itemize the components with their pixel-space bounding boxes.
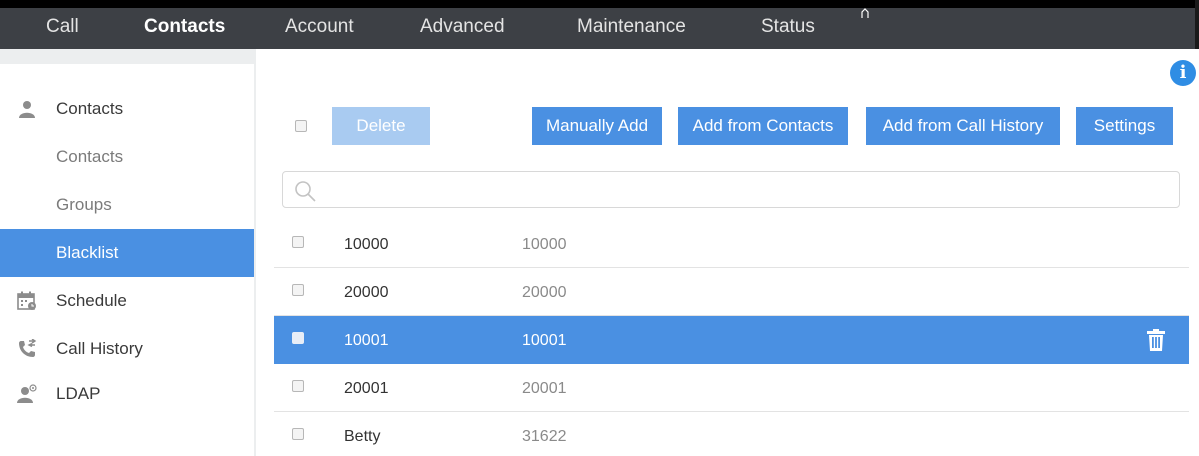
tab-advanced[interactable]: Advanced: [420, 16, 505, 38]
sidebar-item-label: Groups: [56, 195, 112, 214]
sidebar-item-label: Call History: [56, 339, 143, 358]
contact-name: 20000: [344, 284, 389, 301]
table-row[interactable]: 20001 20001: [274, 364, 1189, 412]
delete-button[interactable]: Delete: [332, 107, 430, 145]
table-row[interactable]: Betty 31622: [274, 412, 1189, 456]
sidebar-item-schedule[interactable]: Schedule: [0, 277, 254, 325]
sidebar-item-label: Contacts: [56, 147, 124, 166]
sidebar: Contacts Contacts Groups Blacklist Sched…: [0, 64, 254, 456]
settings-button[interactable]: Settings: [1076, 107, 1173, 145]
nav-right-edge: [1195, 0, 1199, 49]
sidebar-item-groups[interactable]: Groups: [0, 181, 254, 229]
tab-status[interactable]: Status: [761, 16, 815, 38]
ldap-user-icon: [17, 384, 37, 403]
tab-account[interactable]: Account: [285, 16, 354, 38]
search-input[interactable]: [323, 176, 1163, 203]
contact-name: 20001: [344, 380, 389, 397]
tab-contacts[interactable]: Contacts: [128, 16, 242, 52]
row-checkbox[interactable]: [292, 284, 304, 296]
sidebar-item-call-history[interactable]: Call History: [0, 325, 254, 373]
contact-number: 20000: [522, 284, 567, 301]
sidebar-item-label: Schedule: [56, 291, 127, 310]
nav-top-strip: [0, 0, 1199, 8]
row-checkbox[interactable]: [292, 236, 304, 248]
trash-icon[interactable]: [1145, 328, 1167, 352]
search-box[interactable]: [282, 171, 1180, 208]
row-checkbox[interactable]: [292, 428, 304, 440]
sidebar-item-label: LDAP: [56, 384, 101, 403]
row-checkbox[interactable]: [292, 332, 304, 344]
phone-history-icon: [19, 339, 37, 357]
contact-name: 10000: [344, 236, 389, 253]
table-row-selected[interactable]: 10001 10001: [274, 316, 1189, 364]
sidebar-item-label: Contacts: [56, 99, 124, 118]
top-nav: Call Contacts Account Advanced Maintenan…: [0, 0, 1199, 52]
search-icon: [295, 181, 316, 202]
person-icon: [19, 101, 35, 118]
mouse-cursor-icon: [861, 8, 869, 18]
select-all-checkbox[interactable]: [295, 120, 307, 132]
sidebar-item-contacts[interactable]: Contacts: [0, 133, 254, 181]
contact-number: 31622: [522, 428, 567, 445]
table-row[interactable]: 10000 10000: [274, 220, 1189, 268]
row-checkbox[interactable]: [292, 380, 304, 392]
sidebar-item-label: Blacklist: [56, 243, 119, 262]
contact-number: 10001: [522, 332, 567, 349]
tab-maintenance[interactable]: Maintenance: [577, 16, 686, 38]
contact-number: 20001: [522, 380, 567, 397]
sidebar-item-ldap[interactable]: LDAP: [0, 370, 254, 418]
add-from-contacts-button[interactable]: Add from Contacts: [678, 107, 848, 145]
add-from-call-history-button[interactable]: Add from Call History: [866, 107, 1060, 145]
contact-name: 10001: [344, 332, 389, 349]
calendar-icon: [17, 291, 36, 310]
info-icon[interactable]: i: [1170, 60, 1196, 86]
manually-add-button[interactable]: Manually Add: [532, 107, 662, 145]
tab-contacts-label: Contacts: [144, 16, 226, 37]
sidebar-item-blacklist[interactable]: Blacklist: [0, 229, 254, 277]
sidebar-item-contacts-group[interactable]: Contacts: [0, 85, 254, 133]
contact-number: 10000: [522, 236, 567, 253]
tab-call[interactable]: Call: [46, 16, 79, 38]
table-row[interactable]: 20000 20000: [274, 268, 1189, 316]
contact-name: Betty: [344, 428, 381, 445]
